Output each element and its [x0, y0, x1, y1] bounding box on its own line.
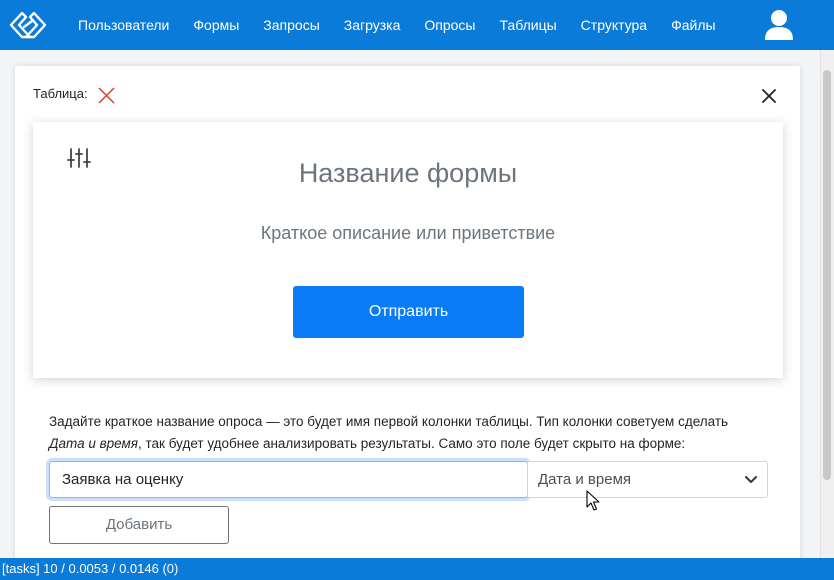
add-button[interactable]: Добавить [49, 506, 229, 544]
nav-menu: Пользователи Формы Запросы Загрузка Опро… [66, 0, 728, 50]
nav-item-surveys[interactable]: Опросы [412, 0, 487, 50]
survey-name-input[interactable] [49, 461, 528, 498]
status-bar: [tasks] 10 / 0.0053 / 0.0146 (0) [0, 558, 834, 580]
hint-text-part2: , так будет удобнее анализировать резуль… [138, 436, 686, 451]
close-icon[interactable] [761, 88, 777, 104]
mouse-cursor-icon [586, 490, 600, 511]
scrollbar-thumb[interactable] [823, 70, 831, 480]
hint-text-part1: Задайте краткое название опроса — это бу… [49, 414, 729, 429]
nav-item-files[interactable]: Файлы [659, 0, 727, 50]
nav-item-users[interactable]: Пользователи [66, 0, 181, 50]
user-icon[interactable] [764, 9, 794, 41]
submit-button[interactable]: Отправить [293, 286, 524, 338]
column-type-value: Дата и время [538, 471, 632, 488]
x-mark-icon [98, 87, 115, 104]
column-type-select[interactable]: Дата и время [527, 461, 768, 498]
logo-icon[interactable] [8, 10, 48, 40]
nav-item-requests[interactable]: Запросы [251, 0, 331, 50]
form-title[interactable]: Название формы [33, 158, 783, 189]
table-label: Таблица: [33, 86, 88, 101]
top-navbar: Пользователи Формы Запросы Загрузка Опро… [0, 0, 834, 50]
nav-item-tables[interactable]: Таблицы [488, 0, 569, 50]
nav-item-structure[interactable]: Структура [569, 0, 659, 50]
form-description[interactable]: Краткое описание или приветствие [33, 223, 783, 244]
nav-item-upload[interactable]: Загрузка [332, 0, 413, 50]
survey-name-hint: Задайте краткое название опроса — это бу… [49, 411, 779, 455]
chevron-down-icon [745, 475, 757, 483]
hint-emphasis: Дата и время [49, 436, 139, 451]
nav-item-forms[interactable]: Формы [181, 0, 251, 50]
